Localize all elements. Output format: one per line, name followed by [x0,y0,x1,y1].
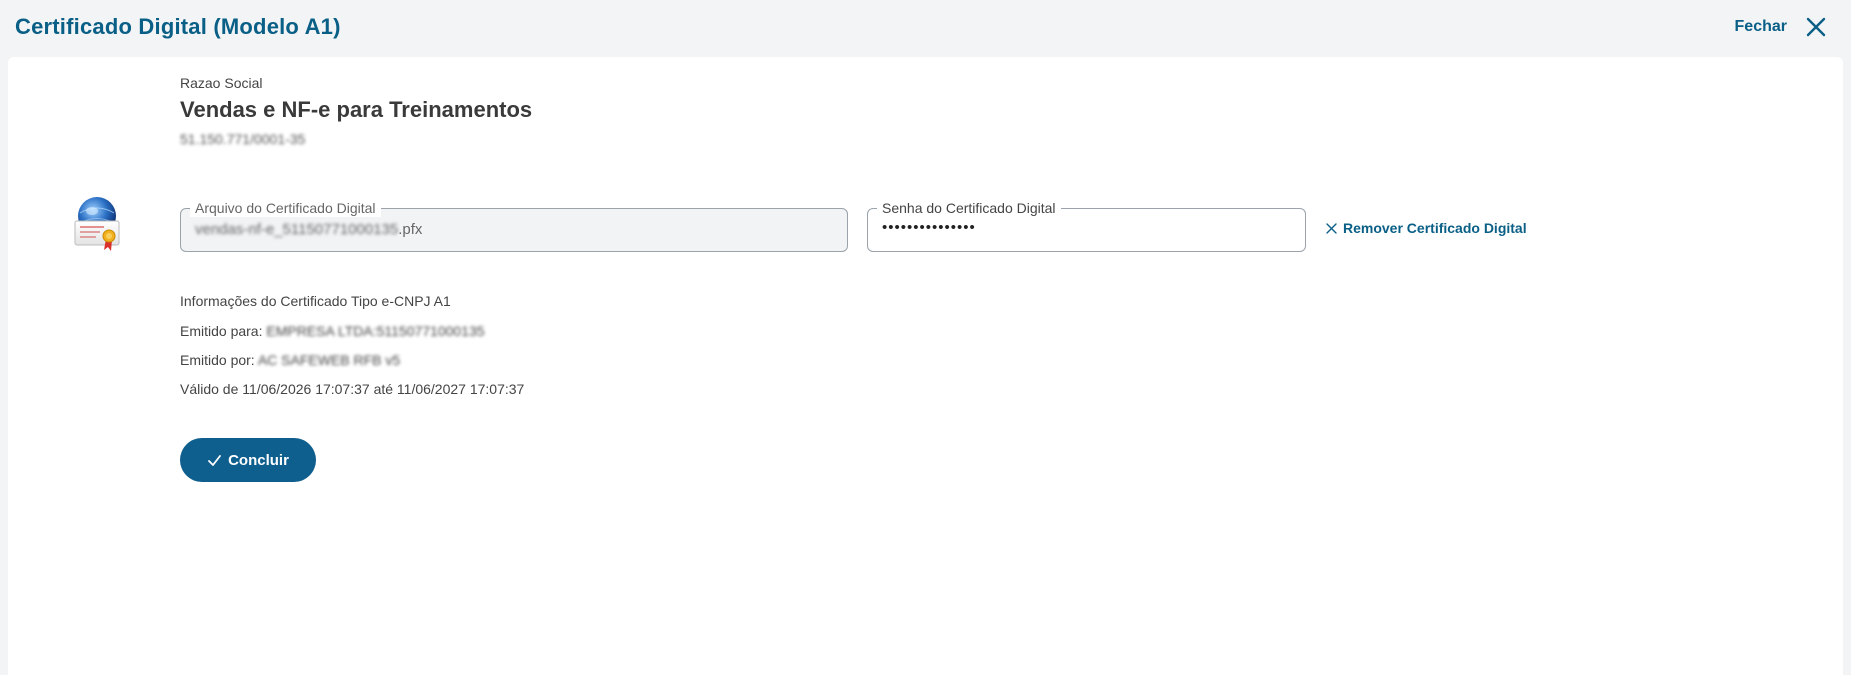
certificate-password-field[interactable]: Senha do Certificado Digital •••••••••••… [867,199,1306,252]
close-icon [1326,222,1337,234]
issued-to-value: EMPRESA LTDA:51150771000135 [266,323,485,339]
company-cnpj: 51.150.771/0001-35 [180,131,306,147]
main-panel: Razao Social Vendas e NF-e para Treiname… [8,57,1843,675]
issued-by-label: Emitido por: [180,352,255,368]
issued-to-row: Emitido para: EMPRESA LTDA:5115077100013… [180,323,485,339]
razao-social-label: Razao Social [180,75,263,91]
close-icon [1806,17,1826,37]
close-label: Fechar [1734,18,1787,35]
check-icon [208,454,221,466]
certificate-icon [74,197,120,251]
certificate-password-value: ••••••••••••••• [882,219,976,236]
certificate-info-title: Informações do Certificado Tipo e-CNPJ A… [180,293,451,309]
issued-to-label: Emitido para: [180,323,263,339]
certificate-file-name: vendas-nf-e_51150771000135 [195,221,399,238]
concluir-label: Concluir [228,451,289,469]
page-title: Certificado Digital (Modelo A1) [15,14,341,39]
company-name: Vendas e NF-e para Treinamentos [180,97,533,122]
remove-certificate-button[interactable]: Remover Certificado Digital [1326,220,1527,236]
certificate-file-extension: .pfx [398,221,423,238]
issued-by-value: AC SAFEWEB RFB v5 [257,352,401,368]
header-bar: Certificado Digital (Modelo A1) Fechar [0,0,1851,57]
issued-by-row: Emitido por: AC SAFEWEB RFB v5 [180,352,400,368]
close-button[interactable]: Fechar [1735,16,1827,38]
certificate-file-value: vendas-nf-e_51150771000135.pfx [195,221,422,238]
concluir-button[interactable]: Concluir [180,438,316,482]
certificate-file-label: Arquivo do Certificado Digital [190,199,381,217]
certificate-file-field[interactable]: Arquivo do Certificado Digital vendas-nf… [180,199,848,252]
validity-text: Válido de 11/06/2026 17:07:37 até 11/06/… [180,381,525,397]
remove-certificate-label: Remover Certificado Digital [1343,220,1527,236]
certificate-password-label: Senha do Certificado Digital [877,199,1061,217]
